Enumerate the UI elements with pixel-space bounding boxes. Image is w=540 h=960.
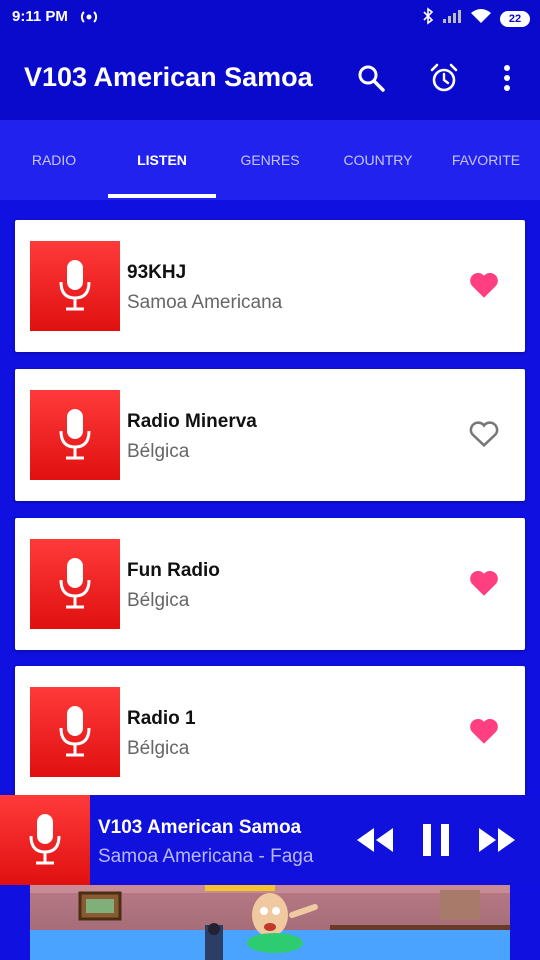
more-vert-icon [504, 65, 510, 91]
heart-filled-icon [470, 272, 498, 298]
search-button[interactable] [351, 58, 391, 98]
signal-icon [442, 8, 462, 29]
station-name: 93KHJ [127, 262, 187, 283]
fast-forward-icon [479, 828, 515, 852]
status-time: 9:11 PM [12, 8, 68, 25]
fast-forward-button[interactable] [477, 820, 517, 860]
tab-listen[interactable]: LISTEN [108, 120, 216, 200]
station-card[interactable]: 93KHJ Samoa Americana [15, 220, 525, 352]
heart-filled-icon [470, 718, 498, 744]
rewind-button[interactable] [355, 820, 395, 860]
station-card[interactable]: Radio 1 Bélgica [15, 666, 525, 795]
microphone-icon [59, 260, 91, 311]
station-thumbnail [30, 687, 120, 777]
tab-genres[interactable]: GENRES [216, 120, 324, 200]
station-location: Bélgica [127, 738, 190, 759]
favorite-button[interactable] [467, 417, 501, 451]
microphone-icon [59, 409, 91, 460]
player-station-name: V103 American Samoa [98, 817, 302, 838]
microphone-icon [59, 706, 91, 757]
alarm-button[interactable] [424, 58, 464, 98]
station-location: Bélgica [127, 441, 190, 462]
tab-bar: RADIO LISTEN GENRES COUNTRY FAVORITE [0, 120, 540, 200]
more-options-button[interactable] [487, 58, 527, 98]
station-name: Radio 1 [127, 708, 196, 729]
tab-favorite[interactable]: FAVORITE [432, 120, 540, 200]
mini-player[interactable]: V103 American Samoa Samoa Americana - Fa… [0, 795, 540, 885]
status-bar: 9:11 PM 22 [0, 0, 540, 36]
battery-indicator: 22 [500, 10, 530, 27]
ad-illustration [30, 885, 510, 960]
station-name: Fun Radio [127, 560, 220, 581]
favorite-button[interactable] [467, 268, 501, 302]
ad-banner[interactable] [30, 885, 510, 960]
alarm-clock-icon [430, 63, 458, 92]
heart-outline-icon [469, 421, 499, 448]
page-title: V103 American Samoa [24, 62, 313, 92]
tab-indicator [108, 194, 216, 198]
station-card[interactable]: Radio Minerva Bélgica [15, 369, 525, 501]
favorite-button[interactable] [467, 714, 501, 748]
tab-radio[interactable]: RADIO [0, 120, 108, 200]
tab-country[interactable]: COUNTRY [324, 120, 432, 200]
station-thumbnail [30, 241, 120, 331]
station-list: 93KHJ Samoa Americana Radio Minerva Bélg… [0, 200, 540, 795]
app-bar: V103 American Samoa [0, 36, 540, 120]
favorite-button[interactable] [467, 566, 501, 600]
player-subtitle: Samoa Americana - Faga [98, 846, 314, 867]
microphone-icon [59, 558, 91, 609]
wifi-icon [470, 8, 492, 29]
station-location: Bélgica [127, 590, 190, 611]
player-thumbnail [0, 795, 90, 885]
rewind-icon [357, 828, 393, 852]
microphone-icon [29, 814, 61, 865]
hotspot-icon [78, 6, 100, 28]
station-location: Samoa Americana [127, 292, 283, 313]
station-card[interactable]: Fun Radio Bélgica [15, 518, 525, 650]
pause-icon [423, 824, 449, 856]
bluetooth-icon [422, 7, 434, 30]
station-name: Radio Minerva [127, 411, 257, 432]
pause-button[interactable] [416, 820, 456, 860]
station-thumbnail [30, 539, 120, 629]
heart-filled-icon [470, 570, 498, 596]
station-thumbnail [30, 390, 120, 480]
search-icon [358, 65, 385, 92]
